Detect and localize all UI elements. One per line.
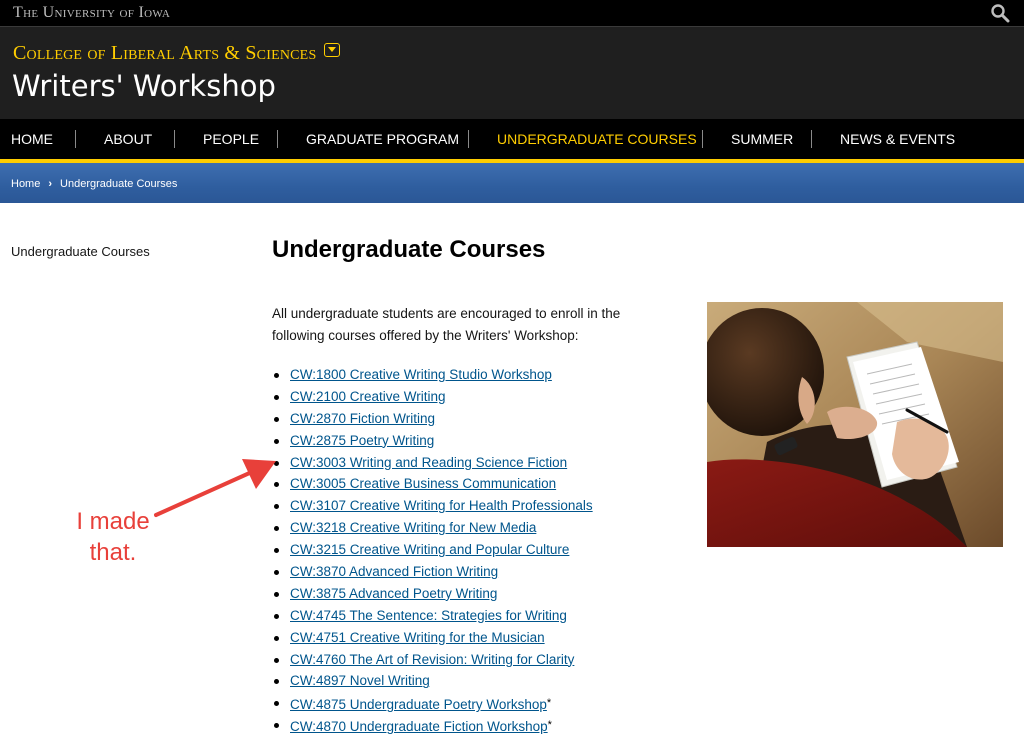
annotation-text: I made that. [70, 506, 156, 568]
course-link[interactable]: CW:2875 Poetry Writing [290, 433, 434, 448]
list-item: CW:2875 Poetry Writing [272, 431, 593, 453]
course-note: * [546, 697, 552, 710]
college-label[interactable]: College of Liberal Arts & Sciences [13, 42, 316, 64]
nav-item-about[interactable]: ABOUT [104, 131, 152, 147]
breadcrumb-current: Undergraduate Courses [60, 178, 178, 190]
list-item: CW:3215 Creative Writing and Popular Cul… [272, 540, 593, 562]
list-item: CW:3870 Advanced Fiction Writing [272, 562, 593, 584]
list-item: CW:4745 The Sentence: Strategies for Wri… [272, 606, 593, 628]
chevron-right-icon: › [48, 178, 53, 190]
list-item: CW:4751 Creative Writing for the Musicia… [272, 628, 593, 650]
course-link[interactable]: CW:4760 The Art of Revision: Writing for… [290, 652, 574, 667]
main-nav: HOME ABOUT PEOPLE GRADUATE PROGRAM UNDER… [0, 119, 1024, 163]
college-name[interactable]: College of Liberal Arts & Sciences [13, 42, 341, 65]
breadcrumb-band: Home › Undergraduate Courses [0, 163, 1024, 203]
annotation-arrow [154, 459, 276, 517]
list-item: CW:1800 Creative Writing Studio Workshop [272, 365, 593, 387]
search-icon[interactable] [990, 3, 1010, 23]
list-item: CW:2100 Creative Writing [272, 387, 593, 409]
list-item: CW:4760 The Art of Revision: Writing for… [272, 650, 593, 672]
course-link[interactable]: CW:3218 Creative Writing for New Media [290, 520, 536, 535]
nav-item-summer[interactable]: SUMMER [731, 131, 793, 147]
list-item: CW:4870 Undergraduate Fiction Workshop* [272, 715, 593, 737]
course-link[interactable]: CW:4745 The Sentence: Strategies for Wri… [290, 608, 567, 623]
site-title[interactable]: Writers' Workshop [12, 69, 276, 103]
nav-item-undergraduate-courses[interactable]: UNDERGRADUATE COURSES [497, 131, 697, 147]
course-link[interactable]: CW:3005 Creative Business Communication [290, 476, 556, 491]
list-item: CW:3218 Creative Writing for New Media [272, 518, 593, 540]
intro-text: All undergraduate students are encourage… [272, 306, 621, 343]
nav-item-people[interactable]: PEOPLE [203, 131, 259, 147]
chevron-down-icon[interactable] [324, 43, 341, 57]
university-bar: The University of Iowa [0, 0, 1024, 27]
course-link[interactable]: CW:2100 Creative Writing [290, 389, 446, 404]
breadcrumb-home[interactable]: Home [11, 178, 40, 190]
page-title: Undergraduate Courses [272, 236, 546, 263]
course-link[interactable]: CW:3215 Creative Writing and Popular Cul… [290, 542, 569, 557]
course-note: * [547, 719, 552, 732]
course-link[interactable]: CW:4897 Novel Writing [290, 673, 430, 688]
list-item: CW:4875 Undergraduate Poetry Workshop* [272, 693, 593, 715]
list-item: CW:3005 Creative Business Communication [272, 474, 593, 496]
annotation-line: I made [76, 508, 150, 535]
course-link[interactable]: CW:3003 Writing and Reading Science Fict… [290, 455, 567, 470]
course-link[interactable]: CW:4870 Undergraduate Fiction Workshop [290, 719, 548, 734]
course-link[interactable]: CW:4751 Creative Writing for the Musicia… [290, 630, 545, 645]
site-header: College of Liberal Arts & Sciences Write… [0, 27, 1024, 119]
breadcrumb: Home › Undergraduate Courses [11, 178, 177, 190]
course-link[interactable]: CW:3107 Creative Writing for Health Prof… [290, 498, 593, 513]
course-link[interactable]: CW:3870 Advanced Fiction Writing [290, 564, 498, 579]
course-list: CW:1800 Creative Writing Studio Workshop… [272, 365, 593, 737]
nav-divider [277, 130, 278, 148]
nav-item-news-events[interactable]: NEWS & EVENTS [840, 131, 955, 147]
list-item: CW:3003 Writing and Reading Science Fict… [272, 453, 593, 475]
university-wordmark[interactable]: The University of Iowa [13, 4, 170, 22]
sidebar-item-undergraduate-courses[interactable]: Undergraduate Courses [11, 244, 150, 259]
nav-divider [468, 130, 469, 148]
course-link[interactable]: CW:2870 Fiction Writing [290, 411, 435, 426]
nav-item-home[interactable]: HOME [11, 131, 53, 147]
list-item: CW:3107 Creative Writing for Health Prof… [272, 496, 593, 518]
nav-item-graduate-program[interactable]: GRADUATE PROGRAM [306, 131, 459, 147]
annotation-line: that. [89, 539, 137, 566]
nav-divider [174, 130, 175, 148]
nav-divider [75, 130, 76, 148]
student-writing-photo [707, 302, 1003, 547]
nav-divider [702, 130, 703, 148]
list-item: CW:3875 Advanced Poetry Writing [272, 584, 593, 606]
list-item: CW:2870 Fiction Writing [272, 409, 593, 431]
course-link[interactable]: CW:3875 Advanced Poetry Writing [290, 586, 497, 601]
list-item: CW:4897 Novel Writing [272, 671, 593, 693]
course-link[interactable]: CW:4875 Undergraduate Poetry Workshop [290, 697, 547, 712]
nav-divider [811, 130, 812, 148]
course-link[interactable]: CW:1800 Creative Writing Studio Workshop [290, 367, 552, 382]
